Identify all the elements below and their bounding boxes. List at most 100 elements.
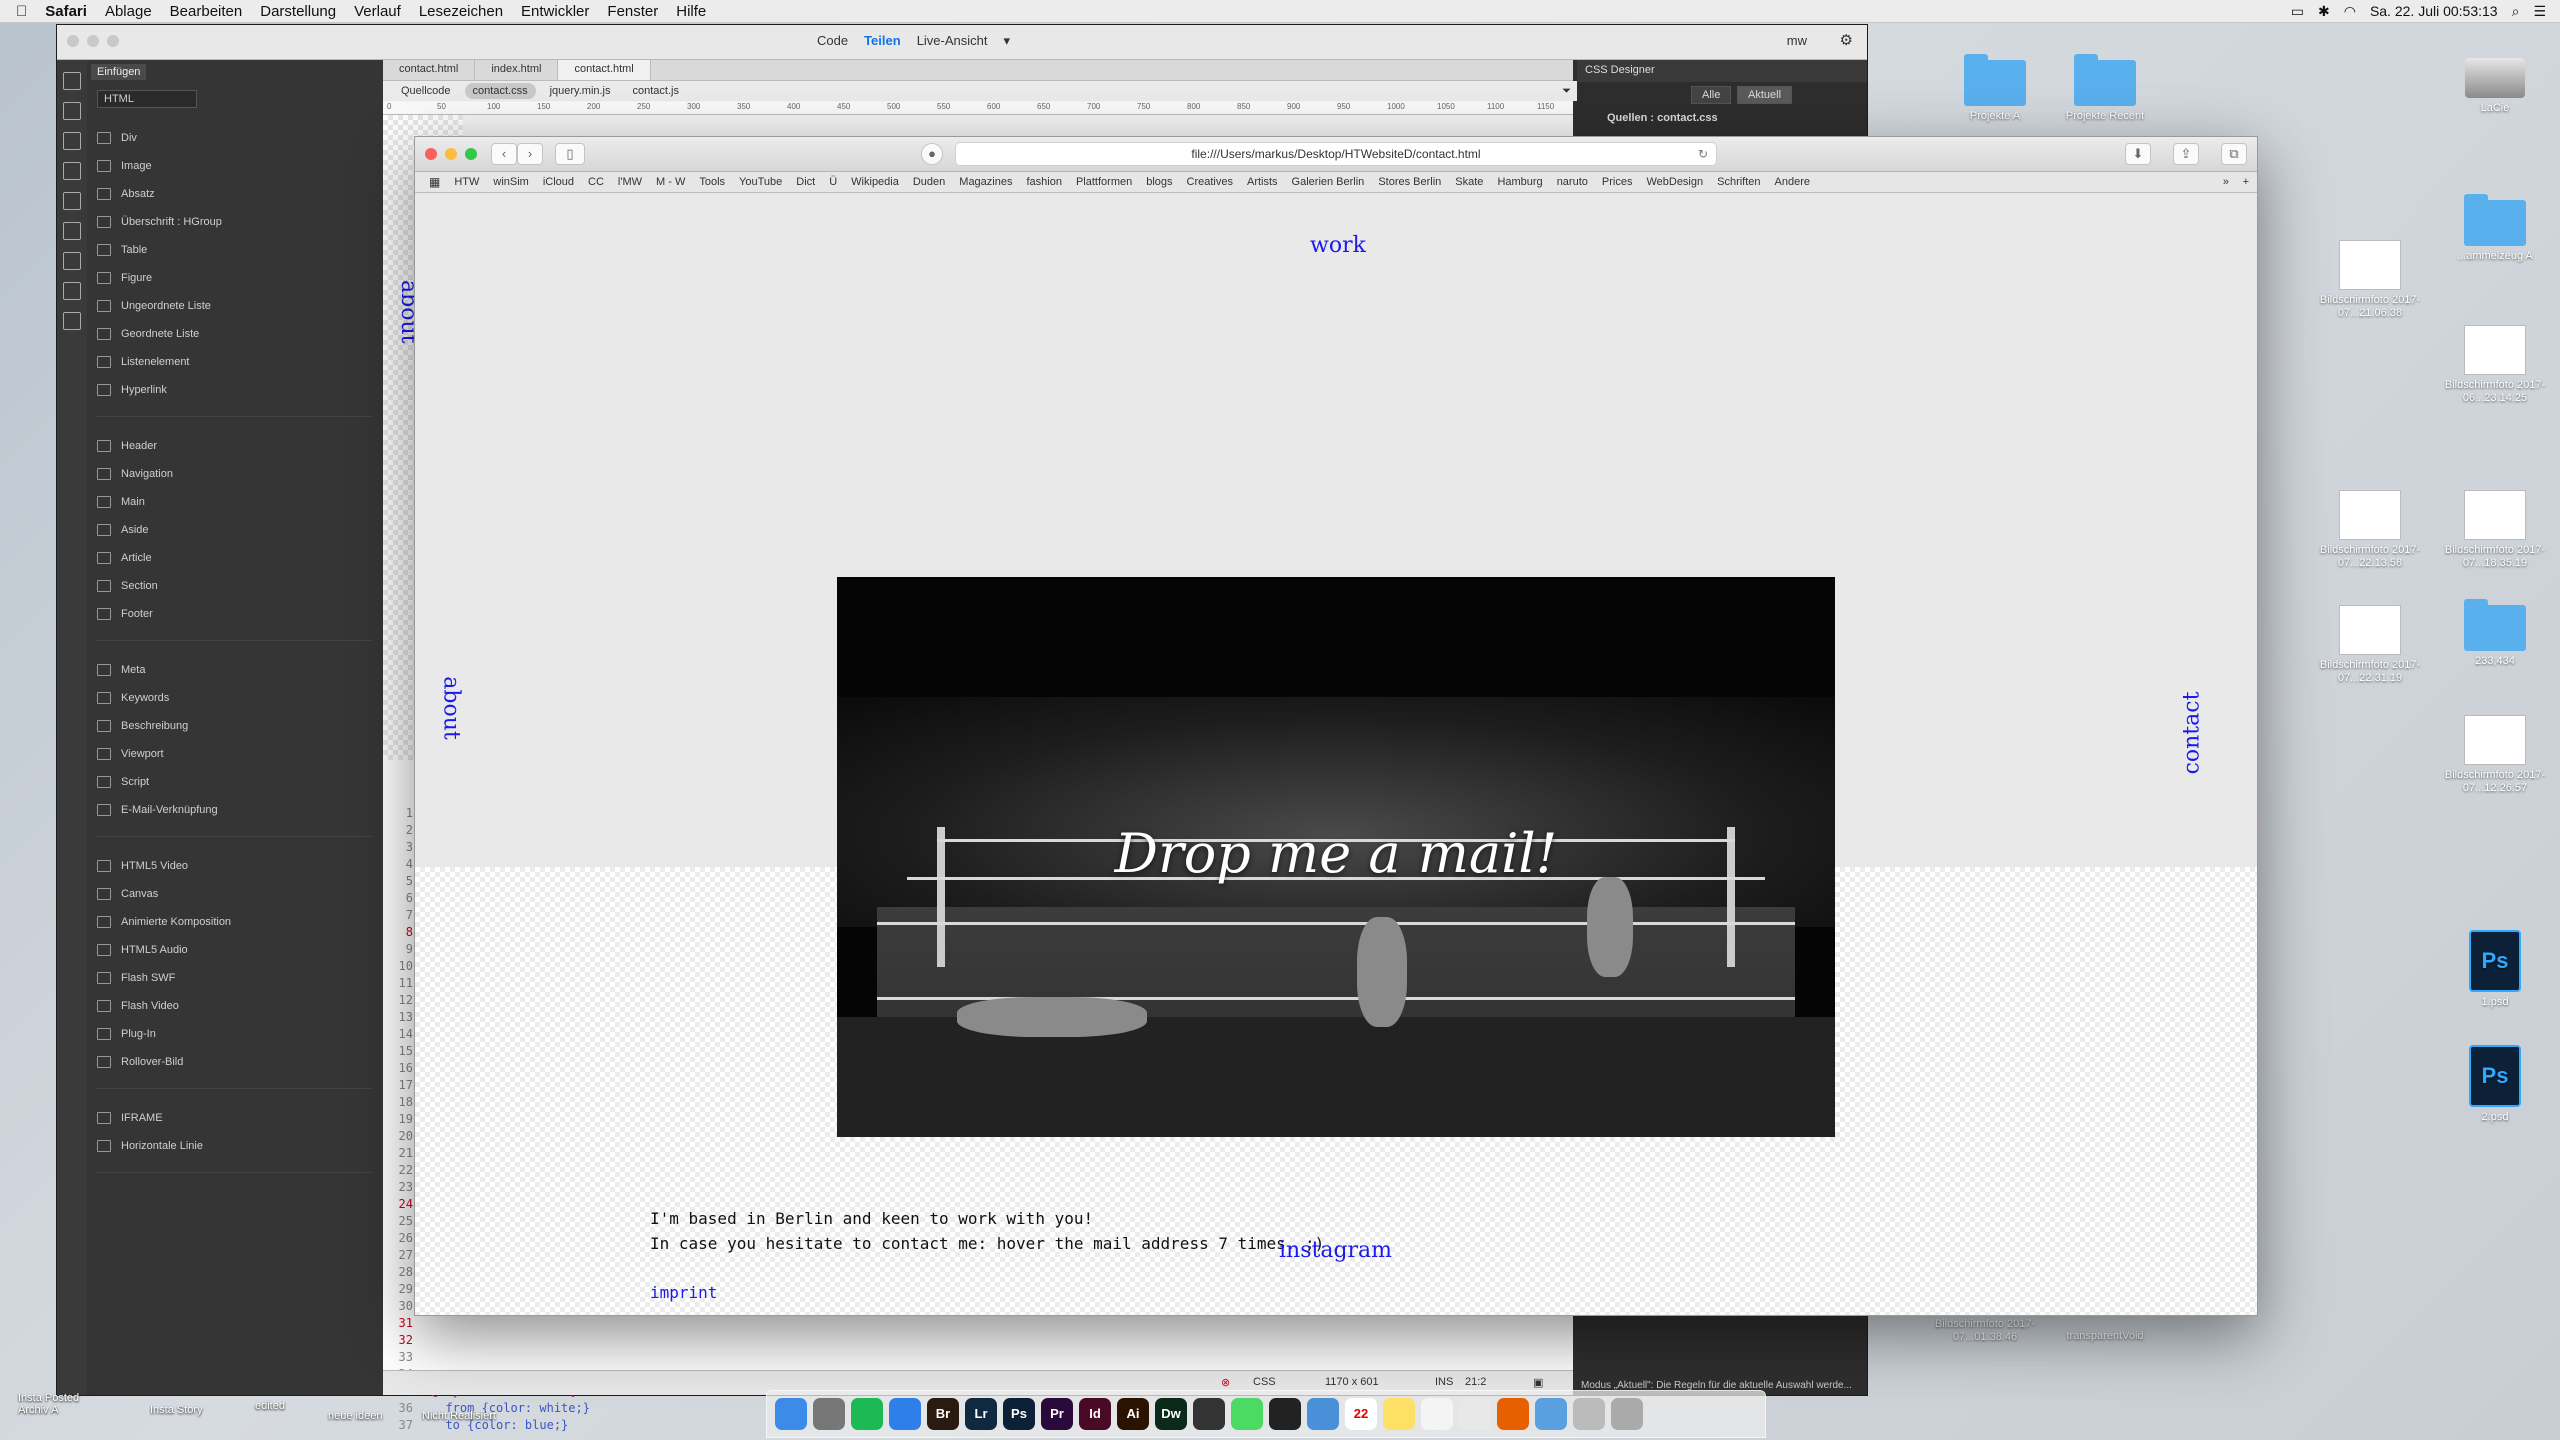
insert-item[interactable]: Canvas [97,888,158,900]
insert-item[interactable]: Footer [97,608,153,620]
preview-icon[interactable]: ▣ [1533,1376,1543,1389]
spotlight-search-icon[interactable]: ⌕ [2512,3,2520,20]
minimize-button[interactable] [87,35,99,47]
menu-clock[interactable]: Sa. 22. Juli 00:53:13 [2370,3,2498,19]
menu-item-lesezeichen[interactable]: Lesezeichen [419,3,503,20]
favorite-item[interactable]: Galerien Berlin [1292,176,1365,188]
insert-item[interactable]: Ungeordnete Liste [97,300,211,312]
snippet-icon[interactable] [63,282,81,300]
insert-item[interactable]: Viewport [97,748,164,760]
dock-app-vorschau-icon[interactable] [1573,1398,1605,1430]
file-icon[interactable] [63,72,81,90]
insert-item[interactable]: Main [97,496,145,508]
related-file-source[interactable]: Quellcode [393,83,459,99]
desktop-icon-transparentvoid[interactable]: transparentVoid [2040,1330,2170,1343]
tab-contact-html[interactable]: contact.html [383,60,476,80]
favorite-item[interactable]: YouTube [739,176,782,188]
insert-item[interactable]: Navigation [97,468,173,480]
battery-icon[interactable]: ▭ [2291,3,2304,20]
dock-app-br-icon[interactable]: Br [927,1398,959,1430]
nav-work-link[interactable]: work [1310,233,1366,258]
menu-item-darstellung[interactable]: Darstellung [260,3,336,20]
css-filter-all[interactable]: Alle [1691,86,1732,104]
insert-item[interactable]: Absatz [97,188,155,200]
favorite-item[interactable]: Andere [1775,176,1810,188]
favorite-item[interactable]: naruto [1557,176,1588,188]
favorite-item[interactable]: Plattformen [1076,176,1132,188]
desktop-icon-screenshot[interactable]: Bildschirmfoto 2017-07...12.26.57 [2430,715,2560,795]
desktop-icon-folder-233[interactable]: 233,434 [2430,599,2560,668]
more-icon[interactable] [63,312,81,330]
insert-item[interactable]: Rollover-Bild [97,1056,183,1068]
favorite-item[interactable]: winSim [493,176,528,188]
imprint-link[interactable]: imprint [650,1283,717,1302]
insert-item[interactable]: Plug-In [97,1028,156,1040]
menu-item-bearbeiten[interactable]: Bearbeiten [170,3,243,20]
insert-item[interactable]: Geordnete Liste [97,328,199,340]
desktop-label-insta-posted[interactable]: Insta Posted Archiv A [18,1392,108,1416]
insert-panel-tab[interactable]: Einfügen [91,64,147,80]
download-icon[interactable]: ⬇ [2125,143,2151,165]
menu-item-entwickler[interactable]: Entwickler [521,3,589,20]
dock-app-kalender-icon[interactable]: 22 [1345,1398,1377,1430]
desktop-icon-psd-2[interactable]: Ps 2.psd [2430,1045,2560,1124]
dock-app-pr-icon[interactable]: Pr [1041,1398,1073,1430]
bluetooth-icon[interactable]: ✱ [2318,3,2330,20]
menu-item-hilfe[interactable]: Hilfe [676,3,706,20]
favorite-item[interactable]: Dict [796,176,815,188]
favorite-item[interactable]: CC [588,176,604,188]
dock-app-github-icon[interactable] [1269,1398,1301,1430]
back-button[interactable]: ‹ [491,143,517,165]
nav-contact-link[interactable]: contact [2180,692,2205,775]
favorite-item[interactable]: Artists [1247,176,1278,188]
mode-code-button[interactable]: Code [817,33,848,49]
dock-app-ai-icon[interactable]: Ai [1117,1398,1149,1430]
dock-app-id-icon[interactable]: Id [1079,1398,1111,1430]
tab-index-html[interactable]: index.html [475,60,559,80]
gear-icon[interactable]: ⚙ [1840,31,1853,49]
desktop-label-insta-story[interactable]: Insta Story [150,1404,203,1416]
favorite-item[interactable]: Skate [1455,176,1483,188]
menu-item-ablage[interactable]: Ablage [105,3,152,20]
zoom-button[interactable] [465,148,477,160]
forward-button[interactable]: › [517,143,543,165]
insert-item[interactable]: Script [97,776,149,788]
insert-item[interactable]: Section [97,580,158,592]
related-file-contact-js[interactable]: contact.js [625,83,687,99]
css-filter-current[interactable]: Aktuell [1737,86,1793,104]
desktop-icon-screenshot[interactable]: Bildschirmfoto 2017-06...23.14.25 [2430,325,2560,405]
insert-item[interactable]: Meta [97,664,145,676]
dock-app-notes-icon[interactable] [1383,1398,1415,1430]
address-bar[interactable]: file:///Users/markus/Desktop/HTWebsiteD/… [955,142,1717,166]
comment-icon[interactable] [63,162,81,180]
insert-item[interactable]: Beschreibung [97,720,188,732]
insert-item[interactable]: Table [97,244,147,256]
dock-app-reminders-icon[interactable] [1421,1398,1453,1430]
insert-item[interactable]: Image [97,160,152,172]
related-file-contact-css[interactable]: contact.css [464,83,536,99]
desktop-label-nicht-realisiert[interactable]: Nicht Realisiert [422,1410,496,1422]
desktop-icon-projekte-recent[interactable]: Projekte Recent [2040,54,2170,123]
dock-app-safari-icon[interactable] [889,1398,921,1430]
dock-app-trash-icon[interactable] [1611,1398,1643,1430]
desktop-icon-lacie[interactable]: LaCie [2430,58,2560,115]
menu-item-verlauf[interactable]: Verlauf [354,3,401,20]
menu-app-name[interactable]: Safari [45,3,87,20]
insert-item[interactable]: Horizontale Linie [97,1140,203,1152]
filter-icon[interactable]: ⏷ [1562,85,1571,98]
insert-item[interactable]: Aside [97,524,149,536]
dock-app-preview-icon[interactable] [1535,1398,1567,1430]
dock-app-launchpad-icon[interactable] [813,1398,845,1430]
close-button[interactable] [67,35,79,47]
close-button[interactable] [425,148,437,160]
hero-heading[interactable]: Drop me a mail! [837,822,1835,885]
tab-contact-html-active[interactable]: contact.html [558,60,651,80]
language-select[interactable]: CSS [1253,1376,1276,1388]
nav-about-link[interactable]: about [439,676,464,739]
reload-icon[interactable]: ↻ [1698,143,1708,165]
share-icon[interactable]: ⇪ [2173,143,2199,165]
dock-app-lr-icon[interactable]: Lr [965,1398,997,1430]
favorite-item[interactable]: l'MW [618,176,642,188]
insert-item[interactable]: E-Mail-Verknüpfung [97,804,218,816]
error-icon[interactable]: ⊗ [1221,1376,1230,1389]
